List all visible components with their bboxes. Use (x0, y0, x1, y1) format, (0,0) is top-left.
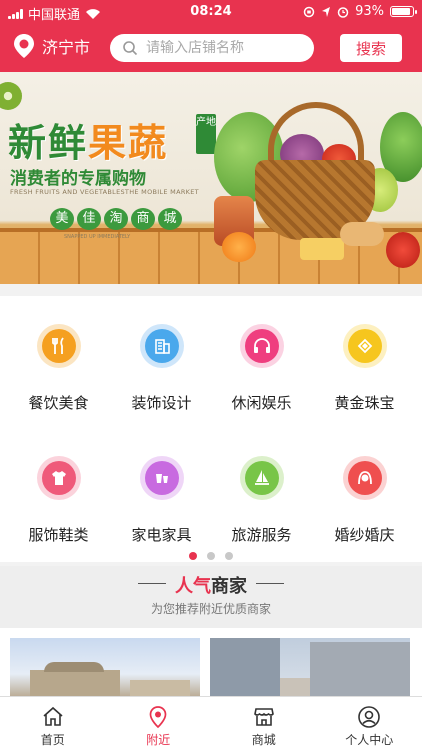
section-title-accent: 人气 (175, 576, 211, 597)
cheese-image (300, 238, 344, 260)
tab-label: 商城 (251, 733, 276, 747)
category-leisure[interactable]: 休闲娱乐 (209, 324, 314, 413)
page-indicator[interactable] (0, 552, 422, 560)
bride-icon (347, 461, 382, 495)
category-travel[interactable]: 旅游服务 (209, 456, 314, 545)
battery-percent: 93% (355, 4, 384, 19)
headphones-icon (244, 329, 279, 363)
tab-nearby[interactable]: 附近 (106, 697, 212, 750)
header: 济宁市 搜索 (0, 24, 422, 72)
banner-subtitle: 消费者的专属购物 (10, 169, 146, 189)
building-shape (30, 670, 120, 698)
brand-char: 商 (131, 208, 155, 230)
brand-char: 美 (50, 208, 74, 230)
brand-char: 佳 (77, 208, 101, 230)
category-icon-ring (342, 456, 387, 500)
category-icon-ring (139, 456, 184, 500)
shirt-icon (41, 461, 76, 495)
city-selector[interactable]: 济宁市 (12, 33, 90, 59)
merchant-card-image[interactable] (210, 638, 410, 698)
location-icon (149, 706, 167, 729)
alarm-icon (337, 6, 349, 18)
category-label: 黄金珠宝 (334, 394, 395, 412)
cutlery-icon (41, 329, 76, 363)
status-bar: 中国联通 08:24 93% (0, 0, 422, 24)
building-dome (44, 662, 104, 672)
banner-title-part2: 果蔬 (88, 121, 169, 165)
tab-mall[interactable]: 商城 (211, 697, 317, 750)
rotation-lock-icon (303, 6, 315, 17)
search-icon (123, 41, 138, 56)
kiwi-image (0, 82, 22, 110)
tab-label: 个人中心 (345, 733, 394, 747)
category-label: 餐饮美食 (28, 394, 89, 412)
category-icon-ring (239, 324, 284, 368)
category-decoration[interactable]: 装饰设计 (109, 324, 214, 413)
bread-image (340, 222, 384, 246)
banner-title-part1: 新鲜 (8, 121, 89, 165)
location-pin-icon (14, 34, 34, 58)
battery-fill (392, 8, 410, 15)
search-box[interactable] (110, 34, 314, 62)
category-icon-ring (239, 456, 284, 500)
banner-title: 新鲜果蔬 (8, 112, 168, 167)
sailboat-icon (244, 461, 279, 495)
building-shape (210, 638, 280, 698)
building-shape (280, 678, 310, 698)
gem-icon (347, 329, 382, 363)
city-name: 济宁市 (42, 38, 91, 57)
category-apparel[interactable]: 服饰鞋类 (6, 456, 111, 545)
banner-english-text: FRESH FRUITS AND VEGETABLESTHE MOBILE MA… (10, 188, 199, 196)
category-appliances[interactable]: 家电家具 (109, 456, 214, 545)
merchant-card-image[interactable] (10, 638, 200, 698)
category-icon-ring (139, 324, 184, 368)
store-icon (253, 708, 274, 726)
page-dot[interactable] (189, 552, 197, 560)
category-jewelry[interactable]: 黄金珠宝 (312, 324, 417, 413)
popular-merchants-header: 人气商家 为您推荐附近优质商家 (0, 566, 422, 628)
banner-small-text: SNAPPED UP IMMEDIATELY (64, 234, 131, 240)
banner-brand: 美 佳 淘 商 城 (50, 208, 182, 230)
building-icon (144, 329, 179, 363)
search-input[interactable] (146, 40, 296, 56)
battery-icon (390, 6, 417, 17)
category-label: 旅游服务 (231, 526, 292, 544)
category-wedding[interactable]: 婚纱婚庆 (312, 456, 417, 545)
category-icon-ring (36, 324, 81, 368)
red-pepper-image (386, 232, 420, 268)
category-grid: 餐饮美食 装饰设计 休闲娱乐 黄金珠宝 服饰鞋类 家电家具 旅游服务 婚纱婚庆 (0, 296, 422, 562)
promo-banner[interactable]: 新鲜果蔬 产地 消费者的专属购物 FRESH FRUITS AND VEGETA… (0, 72, 422, 284)
category-label: 服饰鞋类 (28, 526, 89, 544)
section-title-rest: 商家 (211, 576, 247, 597)
building-shape (310, 642, 410, 698)
category-icon-ring (36, 456, 81, 500)
page-dot[interactable] (207, 552, 215, 560)
category-label: 装饰设计 (131, 394, 192, 412)
home-icon (43, 706, 63, 726)
user-icon (358, 706, 381, 728)
brand-char: 城 (158, 208, 182, 230)
tab-profile[interactable]: 个人中心 (317, 697, 422, 750)
top-bar: 中国联通 08:24 93% 济宁市 搜索 (0, 0, 422, 72)
category-icon-ring (342, 324, 387, 368)
banner-tag: 产地 (196, 114, 216, 154)
search-button[interactable]: 搜索 (340, 34, 402, 62)
tab-home[interactable]: 首页 (0, 697, 106, 750)
location-arrow-icon (322, 6, 331, 17)
category-label: 休闲娱乐 (231, 394, 292, 412)
page-dot[interactable] (225, 552, 233, 560)
category-catering[interactable]: 餐饮美食 (6, 324, 111, 413)
orange-image (222, 232, 256, 262)
brand-char: 淘 (104, 208, 128, 230)
category-label: 婚纱婚庆 (334, 526, 395, 544)
section-title: 人气商家 (0, 572, 422, 598)
tab-label: 附近 (146, 733, 171, 747)
tab-label: 首页 (40, 733, 65, 747)
section-subtitle: 为您推荐附近优质商家 (150, 602, 271, 616)
merchant-list (0, 628, 422, 698)
category-label: 家电家具 (131, 526, 192, 544)
cups-icon (144, 461, 179, 495)
title-divider-right (256, 583, 284, 584)
bottom-tab-bar: 首页 附近 商城 个人中心 (0, 696, 422, 750)
